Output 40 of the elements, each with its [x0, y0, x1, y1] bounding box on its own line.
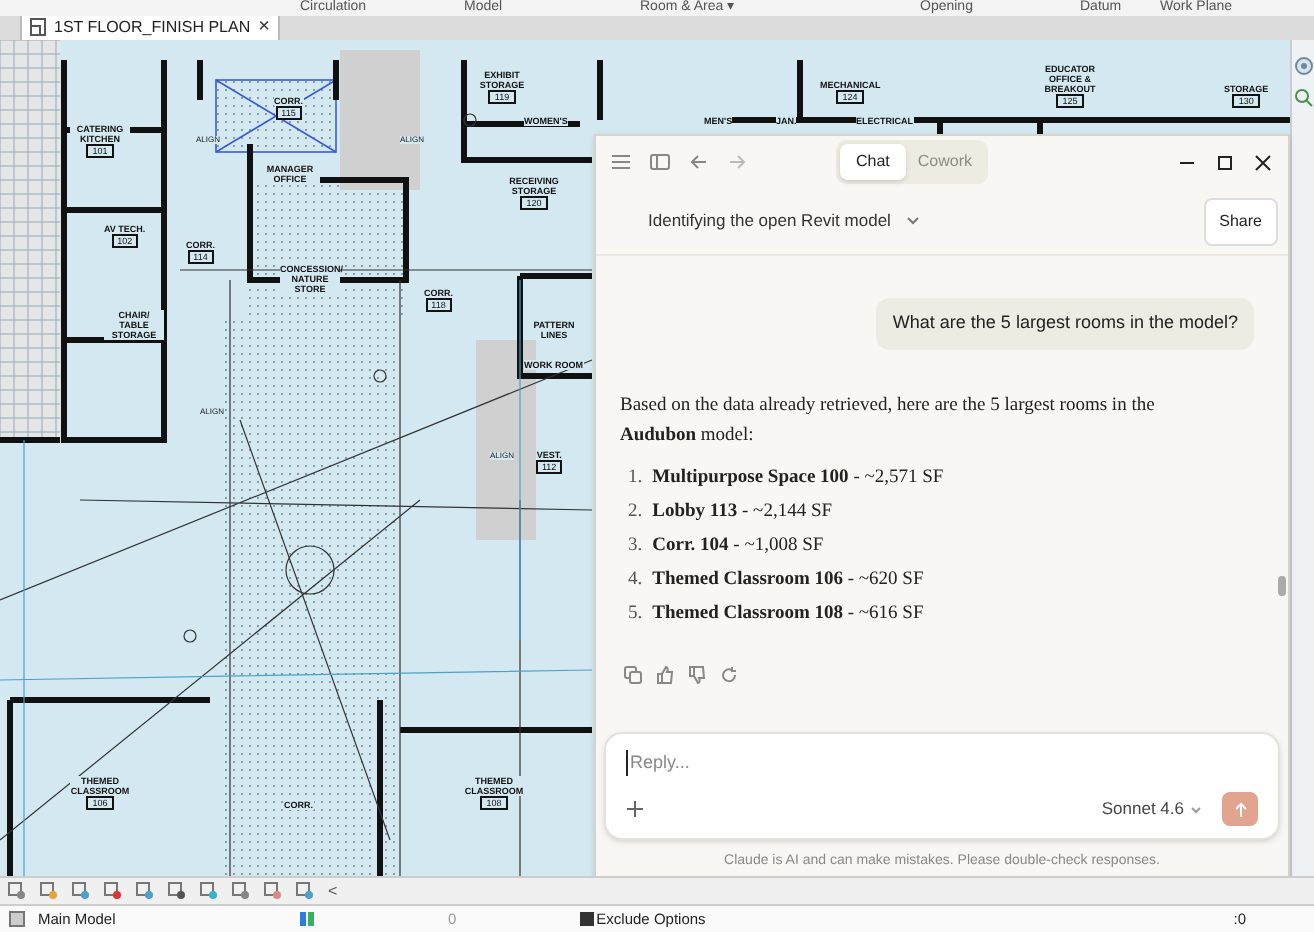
list-marker: 4. — [628, 567, 643, 593]
navigation-wheel-icon[interactable] — [1293, 56, 1313, 76]
response-text: Based on the data already retrieved, here are the 5 largest rooms in the Audubon model: — [620, 393, 1157, 449]
back-arrow-icon[interactable] — [690, 154, 708, 170]
list-item-text: Lobby 113 - ~2,144 SF — [652, 499, 833, 525]
list-marker: 3. — [628, 533, 643, 559]
conversation-title-dropdown[interactable]: Identifying the open Revit model — [648, 208, 921, 234]
close-icon[interactable] — [1254, 153, 1272, 171]
copy-icon[interactable] — [624, 665, 642, 683]
list-item-text: Multipurpose Space 100 - ~2,571 SF — [652, 465, 944, 491]
list-marker: 1. — [628, 465, 643, 491]
arrow-up-icon — [1233, 801, 1247, 817]
sidebar-toggle-icon[interactable] — [650, 154, 670, 170]
send-button[interactable] — [1222, 792, 1258, 826]
user-message: What are the 5 largest rooms in the model? — [876, 298, 1254, 349]
thumbs-up-icon[interactable] — [656, 665, 674, 683]
chevron-down-icon — [1190, 805, 1202, 813]
view-tab-title: 1ST FLOOR_FINISH PLAN — [54, 19, 251, 35]
model-selector[interactable]: Sonnet 4.6 — [1101, 796, 1202, 822]
mode-tab[interactable]: Chat — [839, 144, 906, 180]
view-tab[interactable]: 1ST FLOOR_FINISH PLAN × — [20, 14, 280, 40]
maximize-icon[interactable] — [1216, 153, 1234, 171]
scrollbar-thumb[interactable] — [1278, 576, 1286, 596]
share-button[interactable]: Share — [1203, 197, 1278, 245]
menu-icon[interactable] — [612, 154, 630, 170]
floor-plan-icon — [30, 18, 46, 36]
zoom-icon[interactable] — [1293, 88, 1313, 108]
exclude-options-checkbox[interactable] — [580, 912, 595, 926]
collapse-button[interactable]: < — [328, 883, 338, 899]
thumbs-down-icon[interactable] — [688, 665, 706, 683]
reply-input-field[interactable]: Reply... — [626, 749, 1026, 776]
list-item-text: Themed Classroom 108 - ~616 SF — [652, 601, 924, 627]
plus-icon[interactable] — [626, 800, 644, 818]
list-item-text: Corr. 104 - ~1,008 SF — [652, 533, 824, 559]
list-marker: 5. — [628, 601, 643, 627]
close-button[interactable]: × — [258, 17, 270, 37]
list-item-text: Themed Classroom 106 - ~620 SF — [652, 567, 924, 593]
chevron-down-icon — [906, 216, 921, 226]
retry-icon[interactable] — [720, 665, 738, 683]
list-marker: 2. — [628, 499, 643, 525]
